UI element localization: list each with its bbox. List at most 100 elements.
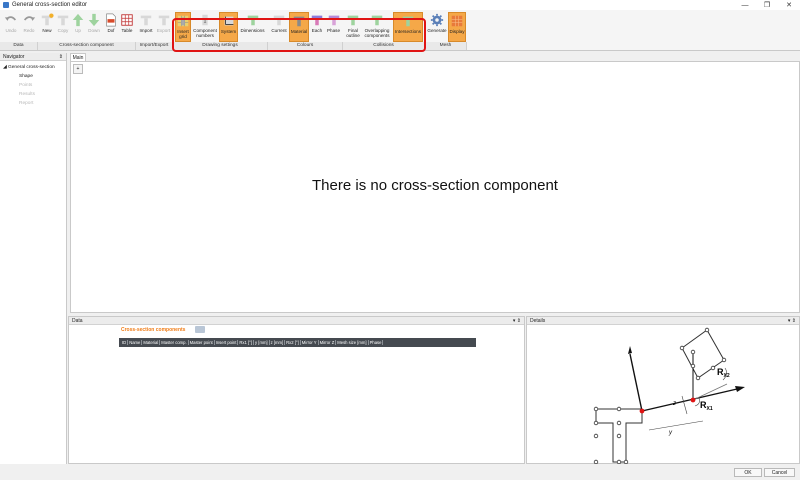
new-component-button[interactable]: New <box>39 12 55 42</box>
col-id[interactable]: ID <box>121 340 129 345</box>
mesh-display-icon <box>451 15 463 27</box>
move-up-button[interactable]: Up <box>71 12 85 42</box>
data-header: Data ▾ ⇕ <box>69 317 524 325</box>
undo-icon <box>4 16 17 21</box>
group-io-label: Import/Export <box>136 42 173 50</box>
z-label: z <box>672 401 676 407</box>
tree-item-shape[interactable]: Shape <box>3 72 66 81</box>
vertical-axis-arrow <box>628 346 632 354</box>
import-label: Import <box>139 28 153 33</box>
copy-icon <box>57 15 69 26</box>
rx2-label: RX2 <box>717 367 730 379</box>
col-mirror-y[interactable]: Mirror Y <box>301 340 319 345</box>
navigator-tree: ◢ General cross-section Shape Points Res… <box>0 61 66 108</box>
display-mesh-toggle[interactable]: Display <box>448 12 466 42</box>
tree-root-label: General cross-section <box>8 65 55 70</box>
tree-item-report[interactable]: Report <box>3 99 66 108</box>
import-button[interactable]: Import <box>137 12 155 42</box>
dxf-label: Dxf <box>107 28 115 33</box>
new-component-icon <box>41 13 54 26</box>
section-options-button[interactable] <box>195 326 205 333</box>
import-icon <box>140 15 152 26</box>
navigator-header: Navigator ⇕ <box>0 53 66 61</box>
zoom-button[interactable]: + <box>73 64 83 74</box>
vertical-axis-line <box>629 353 643 412</box>
col-z[interactable]: z [mm] <box>270 340 286 345</box>
export-icon <box>158 15 169 26</box>
display-label: Display <box>449 29 465 34</box>
group-mesh-label: Mesh <box>425 42 467 50</box>
cancel-button[interactable]: Cancel <box>764 468 795 477</box>
col-rx2[interactable]: Rx2 [°] <box>285 340 301 345</box>
col-name[interactable]: Name <box>128 340 143 345</box>
rotated-axis-arrow <box>735 386 745 392</box>
col-mesh-size[interactable]: Mesh size [mm] <box>336 340 369 345</box>
highlight-box <box>172 18 426 52</box>
y-dimension-line <box>648 420 704 431</box>
details-header: Details ▾ ⇕ <box>527 317 799 325</box>
col-y[interactable]: y [mm] <box>254 340 270 345</box>
table-icon <box>121 14 133 26</box>
copy-component-button[interactable]: Copy <box>55 12 71 42</box>
col-rx1[interactable]: Rx1 [°] <box>238 340 255 345</box>
dxf-button[interactable]: Dxf <box>103 12 119 42</box>
arrow-up-icon <box>72 13 84 27</box>
undo-label: Undo <box>5 28 17 33</box>
group-data-label: Data <box>0 42 38 50</box>
navigator-title: Navigator <box>3 54 25 60</box>
details-title: Details <box>530 318 546 324</box>
section-title: Cross-section components <box>121 327 186 333</box>
title-bar: General cross-section editor — ❐ ✕ <box>0 0 800 10</box>
z-dimension-line <box>681 395 688 415</box>
redo-button[interactable]: Redo <box>20 12 38 42</box>
dxf-file-icon <box>106 13 116 27</box>
generate-mesh-button[interactable]: Generate <box>427 12 447 42</box>
ok-button[interactable]: OK <box>734 468 762 477</box>
empty-message: There is no cross-section component <box>312 177 558 194</box>
group-component-label: Cross-section component <box>38 42 136 50</box>
minimize-button[interactable]: — <box>734 0 756 10</box>
dialog-footer: OK Cancel <box>0 465 800 480</box>
ribbon-toolbar: Undo Redo New Copy Up Down Dxf Table Imp… <box>0 10 800 52</box>
col-material[interactable]: Material <box>142 340 161 345</box>
col-mirror-z[interactable]: Mirror Z <box>319 340 337 345</box>
pin-icon[interactable]: ⇕ <box>59 53 63 61</box>
tree-item-points[interactable]: Points <box>3 81 66 90</box>
new-label: New <box>42 28 52 33</box>
copy-label: Copy <box>57 28 69 33</box>
export-button[interactable]: Export <box>155 12 172 42</box>
col-master-comp[interactable]: Master comp. <box>160 340 189 345</box>
navigator-pane: Navigator ⇕ ◢ General cross-section Shap… <box>0 53 67 464</box>
details-pane: Details ▾ ⇕ RX2 RX1 z y <box>526 316 800 464</box>
insert-point-component <box>690 397 696 403</box>
rx1-label: RX1 <box>700 400 713 412</box>
redo-label: Redo <box>23 28 35 33</box>
undo-button[interactable]: Undo <box>2 12 20 42</box>
move-down-button[interactable]: Down <box>86 12 102 42</box>
details-pin-icon[interactable]: ▾ ⇕ <box>788 317 796 325</box>
y-label: y <box>668 430 673 436</box>
main-canvas: + There is no cross-section component <box>70 61 800 313</box>
col-phase[interactable]: Phase <box>369 340 384 345</box>
data-title: Data <box>72 318 83 324</box>
app-icon <box>3 2 9 8</box>
window-title: General cross-section editor <box>12 2 88 8</box>
gear-icon <box>430 13 444 27</box>
generate-label: Generate <box>427 28 447 33</box>
tree-item-results[interactable]: Results <box>3 90 66 99</box>
rotated-axis-line <box>641 388 738 412</box>
table-button[interactable]: Table <box>119 12 135 42</box>
maximize-button[interactable]: ❐ <box>756 0 778 10</box>
insert-point-master <box>639 408 645 414</box>
col-master-point[interactable]: Master point <box>189 340 215 345</box>
tree-root[interactable]: ◢ General cross-section <box>3 63 66 72</box>
data-pin-icon[interactable]: ▾ ⇕ <box>513 317 521 325</box>
col-insert-point[interactable]: Insert point <box>215 340 239 345</box>
arrow-down-icon <box>88 13 100 27</box>
redo-icon <box>23 16 36 21</box>
components-grid-header: ID Name Material Master comp. Master poi… <box>119 338 476 347</box>
up-label: Up <box>75 28 81 33</box>
data-pane: Data ▾ ⇕ Cross-section components ID Nam… <box>68 316 525 464</box>
close-button[interactable]: ✕ <box>778 0 800 10</box>
down-label: Down <box>88 28 100 33</box>
